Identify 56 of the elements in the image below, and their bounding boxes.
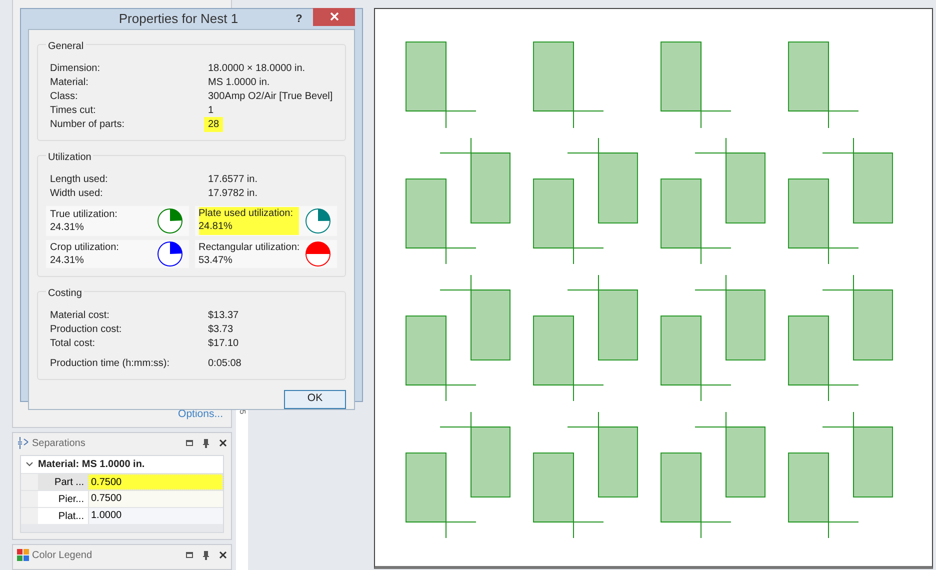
field-value: $17.10: [208, 337, 239, 351]
meter-value: 24.31%: [50, 254, 85, 266]
property-value[interactable]: 0.7500: [88, 474, 223, 490]
ok-button[interactable]: OK: [284, 390, 346, 408]
field-label: Number of parts:: [50, 118, 126, 132]
meter-value: 24.31%: [50, 220, 85, 234]
help-button[interactable]: ?: [289, 10, 309, 27]
color-legend-icon: [17, 549, 29, 561]
meter-value: 24.81%: [198, 220, 234, 232]
property-value[interactable]: 1.0000: [88, 508, 223, 524]
field-label: Width used:: [50, 187, 104, 201]
meter-name: Crop utilization:: [50, 240, 119, 254]
field-label: Production time (h:mm:ss):: [50, 357, 170, 371]
maximize-icon[interactable]: [186, 440, 193, 446]
field-value: 28: [204, 117, 224, 132]
field-value: 1: [208, 104, 214, 118]
field-value: 17.6577 in.: [208, 173, 258, 187]
meter-name: True utilization:: [50, 208, 118, 220]
maximize-icon[interactable]: [186, 552, 193, 558]
field-label: Material:: [50, 76, 90, 90]
meter-name: Plate used utilization:: [198, 206, 294, 220]
close-icon: [330, 12, 338, 22]
property-name[interactable]: Part ...: [38, 474, 88, 490]
field-value: $13.37: [208, 309, 239, 323]
collapse-chevron-icon[interactable]: [26, 462, 33, 467]
field-value: 300Amp O2/Air [True Bevel]: [208, 90, 333, 104]
group-title: Costing: [46, 286, 84, 300]
close-icon[interactable]: [219, 439, 227, 447]
meter-name: Rectangular utilization:: [198, 240, 300, 254]
field-label: Production cost:: [50, 323, 123, 337]
field-label: Times cut:: [50, 104, 97, 118]
field-value: MS 1.0000 in.: [208, 76, 270, 90]
field-label: Class:: [50, 90, 79, 104]
dialog-title: Properties for Nest 1: [118, 10, 240, 28]
close-icon[interactable]: [219, 551, 227, 559]
panel-title: Color Legend: [32, 548, 94, 562]
panel-title: Separations: [32, 436, 86, 450]
field-label: Length used:: [50, 173, 109, 187]
options-link[interactable]: Options...: [178, 407, 223, 423]
field-value: $3.73: [208, 323, 234, 337]
field-label: Dimension:: [50, 62, 102, 76]
pin-icon[interactable]: [202, 438, 210, 448]
close-button[interactable]: [313, 8, 355, 26]
property-name[interactable]: Pier...: [38, 491, 88, 507]
property-value[interactable]: 0.7500: [88, 491, 223, 507]
field-label: Material cost:: [50, 309, 110, 323]
pin-icon[interactable]: [202, 550, 210, 560]
group-label: Material: MS 1.0000 in.: [38, 458, 145, 472]
field-value: 17.9782 in.: [208, 187, 258, 201]
meter-value: 53.47%: [198, 254, 234, 266]
field-value: 0:05:08: [208, 357, 242, 371]
separations-icon: [17, 437, 29, 449]
field-label: Total cost:: [50, 337, 96, 351]
property-name[interactable]: Plat...: [38, 508, 88, 524]
ruler-label: 5: [237, 410, 248, 414]
field-value: 18.0000 × 18.0000 in.: [208, 62, 306, 76]
